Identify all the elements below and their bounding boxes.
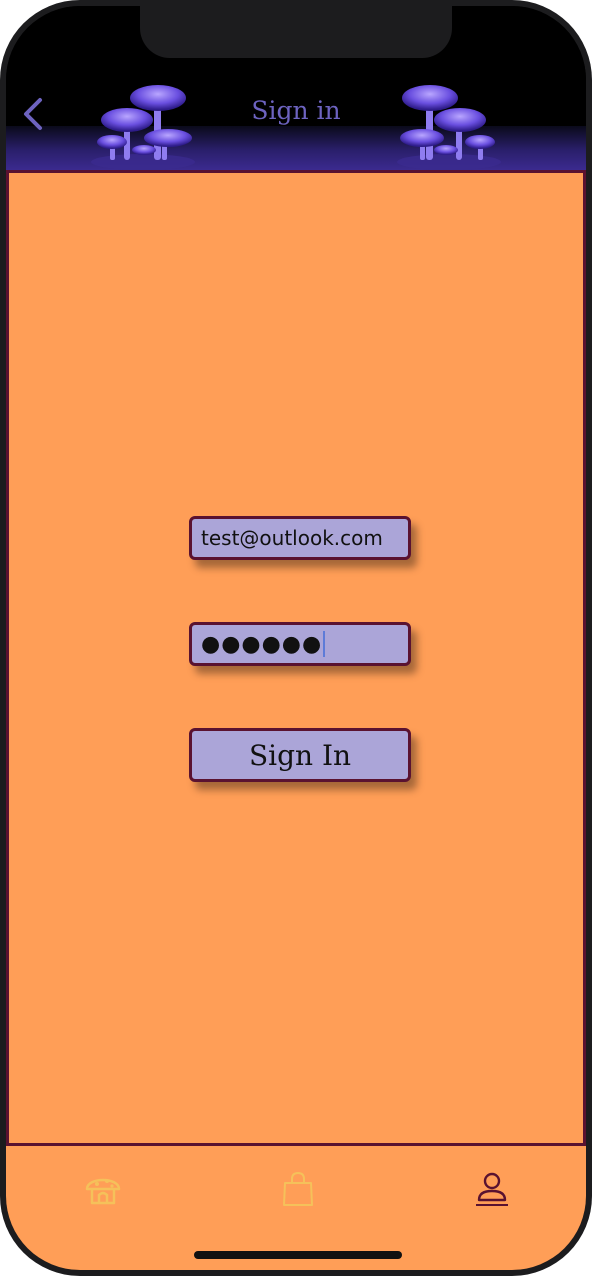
screen: Sign in test@outlook.com ●●●●●● Sign In bbox=[6, 6, 586, 1270]
mushroom-decoration-icon bbox=[394, 78, 504, 170]
mushroom-house-icon bbox=[85, 1178, 121, 1205]
sign-in-button[interactable]: Sign In bbox=[189, 728, 411, 782]
chevron-left-icon bbox=[24, 98, 42, 130]
tab-shop[interactable] bbox=[274, 1166, 322, 1212]
mushroom-decoration-icon bbox=[88, 78, 198, 170]
device-frame: Sign in test@outlook.com ●●●●●● Sign In bbox=[0, 0, 592, 1276]
page-title: Sign in bbox=[251, 96, 341, 125]
back-button[interactable] bbox=[14, 92, 54, 136]
text-cursor bbox=[323, 631, 326, 657]
password-value: ●●●●●● bbox=[201, 631, 323, 657]
shopping-bag-icon bbox=[283, 1171, 313, 1206]
device-notch bbox=[140, 6, 452, 58]
home-indicator[interactable] bbox=[194, 1251, 402, 1259]
tab-home[interactable] bbox=[79, 1166, 127, 1212]
tab-profile[interactable] bbox=[468, 1166, 516, 1212]
sign-in-form: test@outlook.com ●●●●●● Sign In bbox=[6, 170, 586, 1146]
email-field[interactable]: test@outlook.com bbox=[189, 516, 411, 560]
email-value: test@outlook.com bbox=[201, 526, 383, 550]
password-field[interactable]: ●●●●●● bbox=[189, 622, 411, 666]
person-icon bbox=[476, 1172, 508, 1206]
